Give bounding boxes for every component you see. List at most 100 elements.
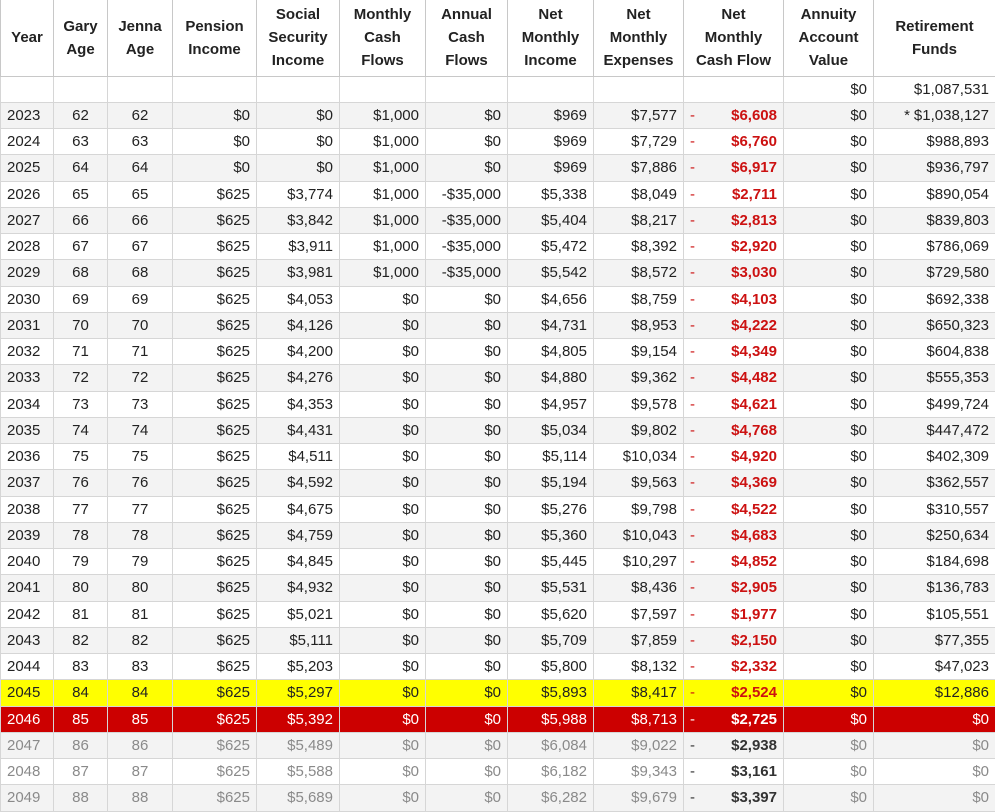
net-cash-flow-value: $2,150 — [731, 632, 777, 649]
cell-retirement-funds: $250,634 — [874, 522, 995, 548]
table-row: 20397878$625$4,759$0$0$5,360$10,043-$4,6… — [1, 522, 995, 548]
cell-retirement-funds: $729,580 — [874, 260, 995, 286]
cell-monthly-cash-flows: $0 — [340, 286, 426, 312]
cell-net-monthly-expenses: $8,572 — [594, 260, 684, 286]
cell-gary-age — [54, 76, 108, 102]
cell-net-monthly-cash-flow: -$3,030 — [684, 260, 784, 286]
cell-pension: $625 — [173, 575, 257, 601]
header-line: Monthly — [522, 29, 580, 46]
header-year: Year — [1, 0, 54, 76]
net-cash-flow-value: $2,332 — [731, 658, 777, 675]
cell-pension: $625 — [173, 365, 257, 391]
cell-jenna-age: 65 — [108, 181, 173, 207]
header-line: Pension — [185, 18, 243, 35]
cell-annual-cash-flows: $0 — [426, 102, 508, 128]
cell-retirement-funds: $184,698 — [874, 549, 995, 575]
net-cash-flow-value: $4,621 — [731, 396, 777, 413]
header-jenna-age: JennaAge — [108, 0, 173, 76]
cell-jenna-age: 67 — [108, 234, 173, 260]
header-line: Funds — [912, 41, 957, 58]
header-line: Net — [626, 6, 650, 23]
table-row: 20478686$625$5,489$0$0$6,084$9,022-$2,93… — [1, 732, 995, 758]
cell-pension: $625 — [173, 680, 257, 706]
cell-gary-age: 88 — [54, 785, 108, 811]
cell-annual-cash-flows: $0 — [426, 706, 508, 732]
cell-net-monthly-income: $5,360 — [508, 522, 594, 548]
cell-net-monthly-expenses: $9,022 — [594, 732, 684, 758]
cell-social-security: $5,489 — [257, 732, 340, 758]
cell-annual-cash-flows: $0 — [426, 549, 508, 575]
cell-pension: $0 — [173, 155, 257, 181]
cell-annual-cash-flows: $0 — [426, 680, 508, 706]
net-cash-flow-value: $3,161 — [731, 763, 777, 780]
cell-jenna-age: 83 — [108, 654, 173, 680]
cell-gary-age: 73 — [54, 391, 108, 417]
net-cash-flow-value: $6,917 — [731, 159, 777, 176]
cell-social-security: $4,759 — [257, 522, 340, 548]
header-net-monthly-cash-flow: NetMonthlyCash Flow — [684, 0, 784, 76]
cell-net-monthly-income: $5,709 — [508, 627, 594, 653]
cell-net-monthly-income: $5,194 — [508, 470, 594, 496]
table-row: 20428181$625$5,021$0$0$5,620$7,597-$1,97… — [1, 601, 995, 627]
cell-pension: $625 — [173, 654, 257, 680]
header-line: Age — [126, 41, 154, 58]
header-line: Monthly — [705, 29, 763, 46]
cell-monthly-cash-flows: $0 — [340, 312, 426, 338]
cell-net-monthly-income: $969 — [508, 155, 594, 181]
cell-net-monthly-cash-flow: -$2,332 — [684, 654, 784, 680]
net-cash-flow-value: $4,683 — [731, 527, 777, 544]
net-cash-flow-value: $2,813 — [731, 212, 777, 229]
net-cash-flow-value: $4,920 — [731, 448, 777, 465]
cell-net-monthly-income: $5,445 — [508, 549, 594, 575]
cell-net-monthly-cash-flow: - $4,222 — [684, 312, 784, 338]
cell-retirement-funds: $650,323 — [874, 312, 995, 338]
cell-jenna-age: 71 — [108, 339, 173, 365]
cell-net-monthly-cash-flow: -$1,977 — [684, 601, 784, 627]
cell-year: 2038 — [1, 496, 54, 522]
cell-retirement-funds: $604,838 — [874, 339, 995, 365]
cell-net-monthly-income: $4,731 — [508, 312, 594, 338]
table-row: 20488787$625$5,588$0$0$6,182$9,343-$3,16… — [1, 759, 995, 785]
cell-year — [1, 76, 54, 102]
cell-jenna-age: 64 — [108, 155, 173, 181]
header-line: Age — [66, 41, 94, 58]
negative-sign: - — [690, 422, 695, 439]
negative-sign: - — [690, 317, 695, 334]
table-row: 20276666$625$3,842$1,000-$35,000$5,404$8… — [1, 207, 995, 233]
negative-sign: - — [690, 711, 695, 728]
cell-annual-cash-flows: -$35,000 — [426, 181, 508, 207]
cell-pension: $0 — [173, 102, 257, 128]
net-cash-flow-value: $4,222 — [731, 317, 777, 334]
cell-net-monthly-cash-flow: -$2,711 — [684, 181, 784, 207]
table-row: 20327171$625$4,200$0$0$4,805$9,154-$4,34… — [1, 339, 995, 365]
header-line: Cash — [364, 29, 401, 46]
cell-retirement-funds: $0 — [874, 706, 995, 732]
cell-annuity-value: $0 — [784, 129, 874, 155]
cell-annual-cash-flows: $0 — [426, 654, 508, 680]
cell-jenna-age — [108, 76, 173, 102]
cell-pension — [173, 76, 257, 102]
cell-jenna-age: 73 — [108, 391, 173, 417]
cell-annual-cash-flows: $0 — [426, 496, 508, 522]
cell-social-security: $4,276 — [257, 365, 340, 391]
table-row: 20246363$0$0$1,000$0$969$7,729-$6,760$0$… — [1, 129, 995, 155]
cell-year: 2042 — [1, 601, 54, 627]
cell-net-monthly-expenses: $9,798 — [594, 496, 684, 522]
net-cash-flow-value: $4,349 — [731, 343, 777, 360]
cell-jenna-age: 82 — [108, 627, 173, 653]
table-row: 20236262$0$0$1,000$0$969$7,577-$6,608$0*… — [1, 102, 995, 128]
cell-net-monthly-expenses: $10,297 — [594, 549, 684, 575]
cell-retirement-funds: $786,069 — [874, 234, 995, 260]
cell-net-monthly-cash-flow: -$2,905 — [684, 575, 784, 601]
header-line: Retirement — [895, 18, 973, 35]
net-cash-flow-value: $2,524 — [731, 684, 777, 701]
cell-pension: $625 — [173, 207, 257, 233]
cell-annuity-value: $0 — [784, 601, 874, 627]
net-cash-flow-value: $2,938 — [731, 737, 777, 754]
cell-pension: $625 — [173, 601, 257, 627]
cell-year: 2039 — [1, 522, 54, 548]
cell-year: 2030 — [1, 286, 54, 312]
cell-net-monthly-cash-flow: -$4,920 — [684, 444, 784, 470]
cell-jenna-age: 77 — [108, 496, 173, 522]
cell-pension: $625 — [173, 496, 257, 522]
